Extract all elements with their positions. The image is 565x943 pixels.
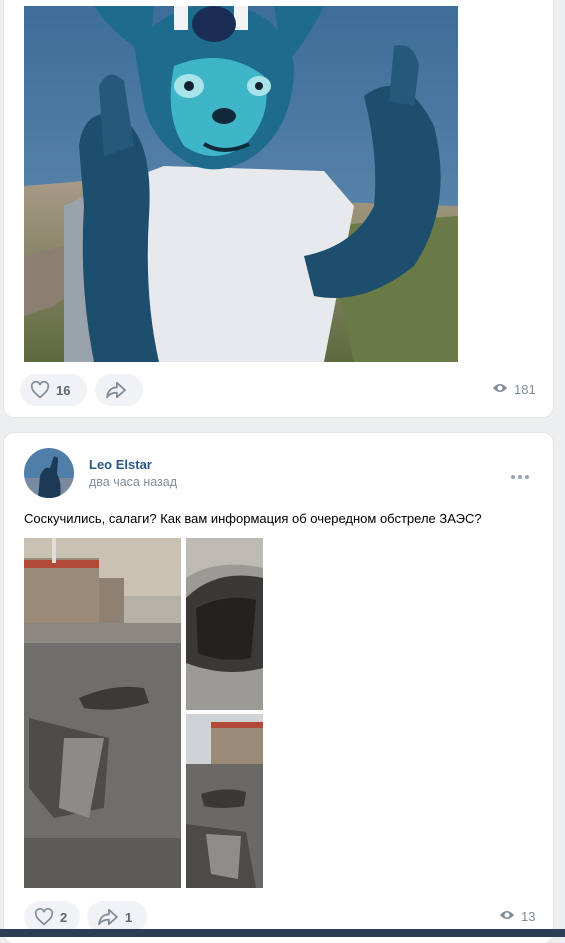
views-counter: 181 [492,382,536,397]
more-dots-icon[interactable] [510,467,530,485]
heart-icon [34,908,54,926]
post-card-1: 16 181 [4,0,553,417]
post-card-2: Leo Elstar два часа назад Соскучились, с… [4,433,553,943]
eye-icon [499,909,515,924]
views-count: 13 [521,909,536,924]
share-arrow-icon [105,381,127,399]
post-photo-1[interactable] [24,538,181,888]
share-button[interactable] [95,374,143,406]
views-counter: 13 [499,909,535,924]
like-count: 16 [56,382,71,398]
views-count: 181 [514,382,536,397]
like-count: 2 [60,909,68,925]
share-count: 1 [125,909,133,925]
bottom-bar [0,929,565,937]
post-photo-3[interactable] [186,714,263,888]
share-arrow-icon [97,908,119,926]
post-photo-2[interactable] [186,538,263,710]
post-time[interactable]: два часа назад [89,475,177,489]
post-photo[interactable] [24,6,458,362]
avatar[interactable] [24,448,74,498]
eye-icon [492,382,508,397]
heart-icon [30,381,50,399]
like-button[interactable]: 16 [20,374,87,406]
author-name[interactable]: Leo Elstar [89,457,152,472]
post-text: Соскучились, салаги? Как вам информация … [24,511,482,526]
